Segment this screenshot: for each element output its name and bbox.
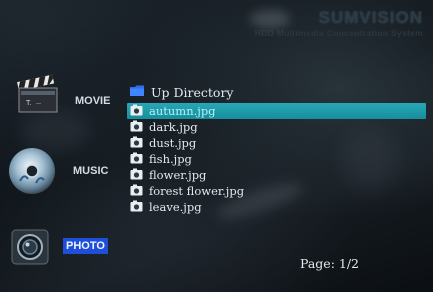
brand-name: SUMVISION — [318, 8, 423, 27]
file-item[interactable]: flower.jpg — [130, 167, 425, 183]
category-label-photo: PHOTO — [63, 238, 108, 254]
file-item[interactable]: leave.jpg — [130, 199, 425, 215]
file-name: flower.jpg — [149, 168, 207, 182]
category-label-movie: MOVIE — [75, 95, 111, 107]
brand-tagline: HDD Multimedia Concentration System — [254, 28, 423, 38]
photo-file-icon — [130, 200, 143, 215]
file-name: forest flower.jpg — [149, 184, 245, 198]
file-name: dust.jpg — [149, 136, 197, 150]
file-item[interactable]: dark.jpg — [130, 119, 425, 135]
up-directory-label: Up Directory — [151, 84, 234, 100]
file-list: Up Directory autumn.jpg dark.jpg dust.jp… — [127, 83, 426, 215]
file-item[interactable]: forest flower.jpg — [130, 183, 425, 199]
cd-disc-icon — [6, 145, 58, 202]
file-item[interactable]: autumn.jpg — [127, 103, 426, 119]
file-name: leave.jpg — [149, 200, 202, 214]
folder-icon — [130, 85, 145, 100]
photo-file-icon — [130, 152, 143, 167]
photo-file-icon — [130, 136, 143, 151]
photo-file-icon — [130, 168, 143, 183]
page-indicator: Page: 1/2 — [300, 256, 360, 271]
brand-header: SUMVISION HDD Multimedia Concentration S… — [255, 8, 423, 38]
svg-text:T.: T. — [26, 100, 32, 107]
file-item[interactable]: fish.jpg — [130, 151, 425, 167]
file-name: autumn.jpg — [149, 104, 216, 118]
photo-file-icon — [130, 184, 143, 199]
svg-text:—: — — [36, 101, 41, 107]
photo-file-icon — [130, 120, 143, 135]
clapperboard-icon: T. — — [14, 72, 62, 121]
up-directory-item[interactable]: Up Directory — [130, 83, 425, 101]
category-label-music: MUSIC — [73, 165, 109, 177]
photo-file-icon — [130, 104, 143, 119]
file-name: fish.jpg — [149, 152, 192, 166]
tv-screen: SUMVISION HDD Multimedia Concentration S… — [0, 0, 433, 292]
file-name: dark.jpg — [149, 120, 198, 134]
file-item[interactable]: dust.jpg — [130, 135, 425, 151]
camera-lens-icon — [10, 226, 50, 271]
